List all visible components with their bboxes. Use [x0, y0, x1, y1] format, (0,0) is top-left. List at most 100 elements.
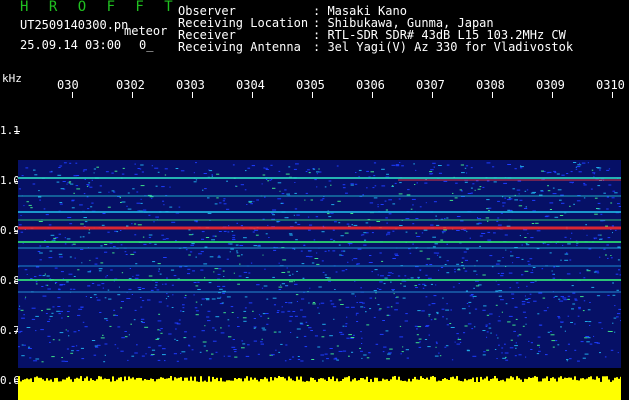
noise-speckle — [425, 325, 430, 327]
noise-speckle — [530, 237, 534, 239]
noise-speckle — [461, 261, 463, 263]
noise-speckle — [553, 266, 556, 268]
noise-speckle — [253, 318, 256, 319]
band-spike — [444, 378, 446, 384]
band-spike — [90, 378, 92, 384]
noise-speckle — [59, 203, 63, 205]
noise-speckle — [101, 283, 105, 285]
band-spike — [130, 378, 132, 384]
noise-speckle — [571, 182, 573, 184]
noise-speckle — [577, 164, 582, 166]
noise-speckle — [477, 217, 478, 219]
noise-speckle — [155, 216, 159, 218]
noise-speckle — [272, 297, 277, 299]
noise-speckle — [188, 234, 193, 236]
noise-speckle — [38, 274, 42, 276]
noise-speckle — [607, 237, 611, 239]
noise-speckle — [425, 202, 427, 204]
noise-speckle — [145, 353, 147, 355]
noise-speckle — [597, 202, 601, 204]
noise-speckle — [40, 329, 44, 331]
noise-speckle — [304, 244, 306, 246]
noise-speckle — [165, 298, 168, 300]
noise-speckle — [386, 306, 390, 308]
noise-speckle — [560, 296, 564, 298]
noise-speckle — [300, 309, 303, 311]
noise-speckle — [292, 273, 294, 275]
noise-speckle — [340, 333, 345, 335]
noise-speckle — [294, 208, 298, 210]
noise-speckle — [386, 233, 391, 235]
noise-speckle — [297, 359, 301, 360]
band-spike — [486, 376, 488, 384]
noise-speckle — [497, 337, 499, 339]
noise-speckle — [180, 353, 182, 354]
band-spike — [266, 378, 268, 384]
noise-speckle — [333, 358, 338, 360]
noise-speckle — [127, 208, 132, 210]
band-spike — [148, 380, 150, 384]
noise-speckle — [612, 294, 616, 296]
noise-speckle — [67, 181, 69, 183]
noise-speckle — [505, 249, 507, 251]
band-spike — [620, 376, 621, 384]
band-spike — [518, 378, 520, 384]
noise-speckle — [552, 346, 555, 348]
noise-speckle — [252, 310, 254, 312]
noise-speckle — [594, 270, 599, 272]
noise-speckle — [369, 308, 372, 310]
band-spike — [34, 377, 36, 384]
noise-speckle — [66, 183, 68, 185]
noise-speckle — [238, 275, 242, 277]
noise-speckle — [361, 343, 363, 344]
noise-speckle — [382, 320, 385, 321]
noise-speckle — [555, 340, 558, 342]
noise-speckle — [461, 172, 465, 174]
noise-speckle — [80, 223, 84, 225]
noise-speckle — [230, 306, 234, 308]
noise-speckle — [243, 310, 247, 312]
band-spike — [218, 381, 220, 384]
noise-speckle — [468, 301, 472, 303]
noise-speckle — [465, 290, 468, 292]
noise-speckle — [517, 180, 522, 182]
noise-speckle — [200, 251, 204, 253]
noise-speckle — [324, 250, 327, 252]
noise-speckle — [390, 281, 392, 283]
noise-speckle — [160, 332, 163, 334]
noise-speckle — [276, 221, 279, 223]
noise-speckle — [446, 272, 450, 274]
noise-speckle — [409, 252, 412, 254]
noise-speckle — [553, 296, 555, 298]
noise-speckle — [317, 307, 319, 309]
noise-speckle — [265, 179, 268, 180]
noise-speckle — [158, 268, 160, 270]
noise-speckle — [615, 273, 619, 275]
noise-speckle — [64, 237, 66, 239]
noise-speckle — [263, 167, 266, 169]
noise-speckle — [556, 173, 560, 175]
noise-speckle — [470, 294, 474, 295]
noise-speckle — [497, 284, 500, 286]
noise-speckle — [223, 203, 227, 205]
noise-speckle — [219, 202, 222, 204]
band-spike — [300, 376, 302, 384]
time-label-5: 0305 — [296, 78, 325, 92]
noise-speckle — [164, 283, 167, 285]
noise-speckle — [256, 199, 259, 201]
band-spike — [268, 381, 270, 384]
noise-speckle — [474, 326, 476, 328]
noise-speckle — [89, 259, 91, 261]
noise-speckle — [140, 164, 144, 166]
noise-speckle — [26, 274, 28, 275]
noise-speckle — [104, 251, 108, 253]
noise-speckle — [509, 347, 514, 349]
noise-speckle — [305, 171, 308, 172]
band-spike — [564, 377, 566, 384]
noise-speckle — [155, 338, 159, 340]
band-spike — [282, 376, 284, 384]
noise-speckle — [617, 203, 620, 205]
noise-speckle — [586, 234, 588, 236]
noise-speckle — [586, 269, 589, 271]
noise-speckle — [419, 206, 422, 208]
